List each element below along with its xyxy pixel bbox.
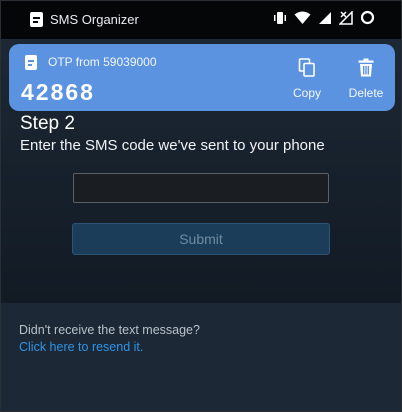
copy-icon (298, 58, 315, 77)
notification-title: OTP from 59039000 (48, 55, 157, 69)
wifi-icon (294, 11, 311, 24)
status-app-name: SMS Organizer (50, 12, 139, 27)
copy-button[interactable]: Copy (284, 58, 330, 100)
otp-code: 42868 (21, 79, 95, 105)
copy-label: Copy (292, 86, 321, 100)
sms-organizer-app-icon (30, 12, 43, 27)
otp-notification[interactable]: OTP from 59039000 42868 Copy Delete (9, 44, 395, 111)
message-icon (25, 55, 37, 70)
step-title: Step 2 (20, 113, 75, 134)
resend-link[interactable]: Click here to resend it. (19, 340, 143, 354)
trash-icon (358, 58, 374, 77)
status-bar: SMS Organizer (1, 1, 401, 39)
battery-icon (360, 10, 375, 25)
app-window: SMS Organizer OTP from 59039000 42868 Co… (0, 0, 402, 412)
delete-button[interactable]: Delete (343, 58, 389, 100)
delete-label: Delete (348, 86, 384, 100)
submit-button[interactable]: Submit (72, 223, 330, 255)
signal-off-icon (339, 10, 353, 25)
status-icons (273, 10, 375, 25)
resend-panel: Didn't receive the text message? Click h… (1, 303, 401, 411)
vibrate-icon (274, 11, 286, 24)
sms-code-input[interactable] (73, 173, 329, 203)
signal-icon (319, 11, 331, 24)
resend-prompt: Didn't receive the text message? (19, 323, 200, 337)
step-instructions: Enter the SMS code we've sent to your ph… (20, 137, 325, 154)
